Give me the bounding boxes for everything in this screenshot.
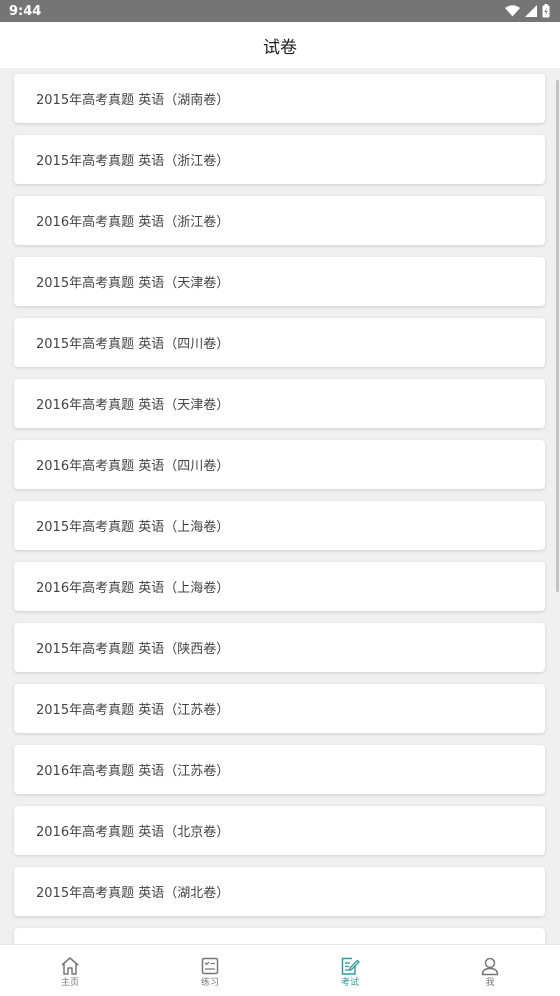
list-item[interactable]: 2016年高考真题 英语（江苏卷）	[14, 745, 545, 794]
nav-practice[interactable]: 练习	[140, 945, 280, 996]
nav-me-label: 我	[485, 978, 495, 988]
paper-title: 2015年高考真题 英语（江苏卷）	[36, 703, 230, 718]
nav-me[interactable]: 我	[420, 945, 560, 996]
exam-icon	[341, 957, 360, 975]
signal-icon	[525, 5, 537, 17]
page-title: 试卷	[263, 37, 297, 58]
user-icon	[481, 957, 499, 976]
paper-title: 2016年高考真题 英语（浙江卷）	[36, 215, 230, 230]
list-item[interactable]: 2015年高考真题 英语（上海卷）	[14, 501, 545, 550]
nav-home-label: 主页	[60, 978, 79, 988]
list-item[interactable]: 2015年高考真题 英语（湖北卷）	[14, 867, 545, 916]
battery-icon	[542, 4, 550, 18]
paper-title: 2015年高考真题 英语（上海卷）	[36, 520, 230, 535]
nav-practice-label: 练习	[200, 978, 219, 988]
paper-title: 2015年高考真题 英语（湖南卷）	[36, 93, 230, 108]
wifi-icon	[505, 5, 520, 17]
header: 试卷	[0, 22, 560, 68]
status-bar: 9:44	[0, 0, 560, 22]
paper-title: 2016年高考真题 英语（北京卷）	[36, 825, 230, 840]
practice-icon	[201, 957, 219, 975]
status-icons	[505, 4, 550, 18]
list-item[interactable]: 2016年高考真题 英语（四川卷）	[14, 440, 545, 489]
list-item[interactable]: 2015年高考真题 英语（天津卷）	[14, 257, 545, 306]
home-icon	[61, 957, 79, 975]
paper-title: 2016年高考真题 英语（上海卷）	[36, 581, 230, 596]
scrollbar[interactable]	[556, 80, 559, 592]
nav-exam-label: 考试	[340, 978, 359, 988]
paper-title: 2016年高考真题 英语（天津卷）	[36, 398, 230, 413]
status-time: 9:44	[9, 3, 42, 19]
list-item[interactable]: 2016年高考真题 英语（浙江卷）	[14, 196, 545, 245]
list-item[interactable]: 2015年高考真题 英语（四川卷）	[14, 318, 545, 367]
list-item[interactable]: 2015年高考真题 英语（江苏卷）	[14, 684, 545, 733]
paper-title: 2015年高考真题 英语（湖北卷）	[36, 886, 230, 901]
list-item[interactable]	[14, 928, 545, 944]
paper-title: 2015年高考真题 英语（陕西卷）	[36, 642, 230, 657]
list-item[interactable]: 2015年高考真题 英语（陕西卷）	[14, 623, 545, 672]
paper-title: 2015年高考真题 英语（四川卷）	[36, 337, 230, 352]
paper-title: 2016年高考真题 英语（江苏卷）	[36, 764, 230, 779]
paper-title: 2015年高考真题 英语（天津卷）	[36, 276, 230, 291]
list-item[interactable]: 2016年高考真题 英语（天津卷）	[14, 379, 545, 428]
paper-title: 2016年高考真题 英语（四川卷）	[36, 459, 230, 474]
nav-exam[interactable]: 考试	[280, 945, 420, 996]
list-item[interactable]: 2015年高考真题 英语（浙江卷）	[14, 135, 545, 184]
paper-title: 2015年高考真题 英语（浙江卷）	[36, 154, 230, 169]
nav-home[interactable]: 主页	[0, 945, 140, 996]
list-item[interactable]: 2016年高考真题 英语（北京卷）	[14, 806, 545, 855]
bottom-nav: 主页 练习 考试 我	[0, 944, 560, 996]
paper-list[interactable]: 2015年高考真题 英语（湖南卷） 2015年高考真题 英语（浙江卷） 2016…	[0, 68, 560, 944]
list-item[interactable]: 2016年高考真题 英语（上海卷）	[14, 562, 545, 611]
list-item[interactable]: 2015年高考真题 英语（湖南卷）	[14, 74, 545, 123]
